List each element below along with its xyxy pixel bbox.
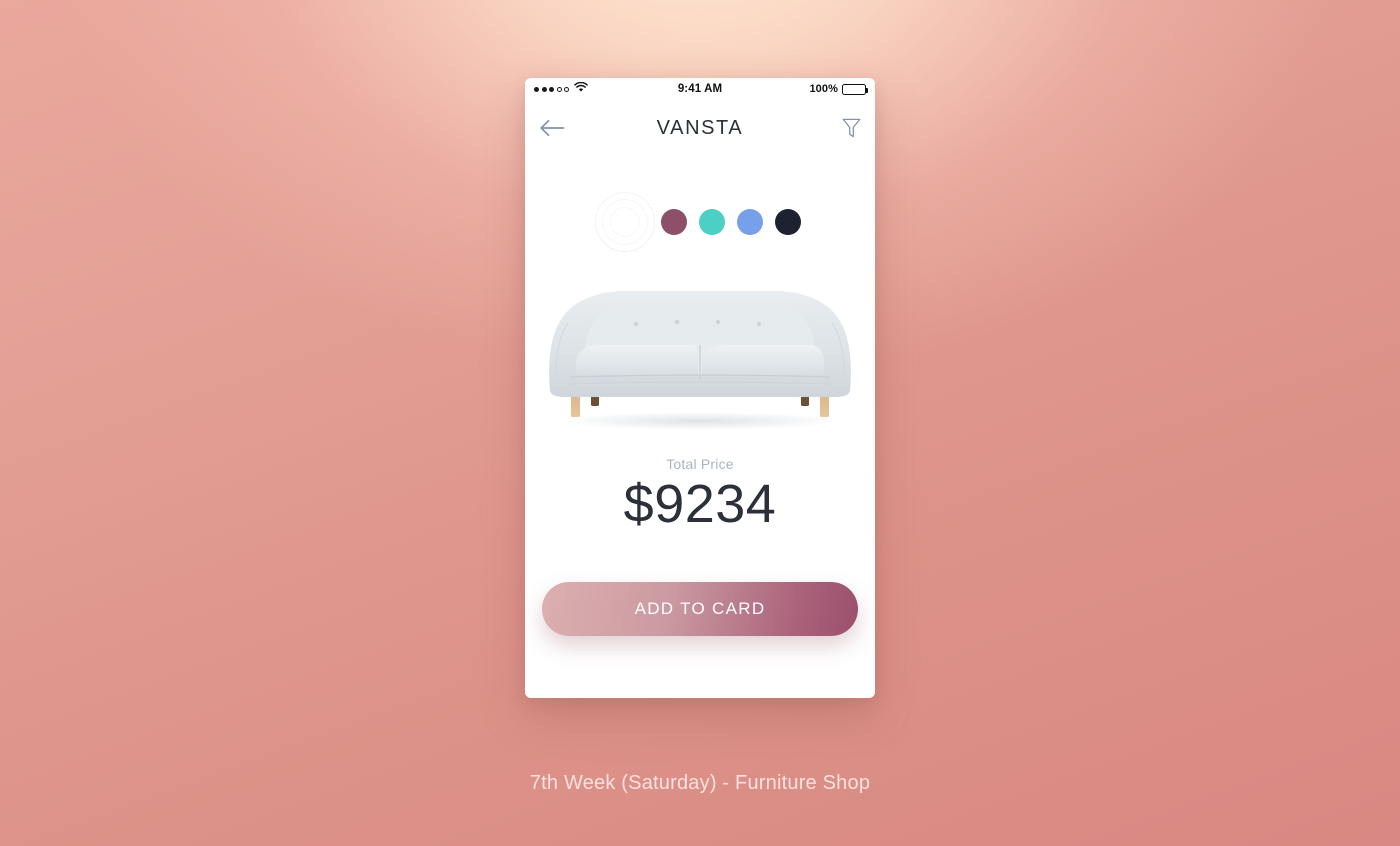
status-bar: 9:41 AM 100% xyxy=(525,78,875,100)
battery-percent-label: 100% xyxy=(809,83,838,95)
cta-container: ADD TO CARD xyxy=(525,534,875,698)
color-swatch-turquoise[interactable] xyxy=(699,209,725,235)
nav-left-slot xyxy=(539,119,581,137)
add-to-cart-button[interactable]: ADD TO CARD xyxy=(542,582,858,637)
color-swatch-charcoal-navy[interactable] xyxy=(775,209,801,235)
status-bar-left xyxy=(534,81,678,96)
color-swatch-white-selected[interactable] xyxy=(603,200,647,244)
shot-caption: 7th Week (Saturday) - Furniture Shop xyxy=(529,772,871,794)
price-block: Total Price $9234 xyxy=(525,456,875,534)
color-swatch-plum[interactable] xyxy=(661,209,687,235)
sofa-product-image xyxy=(525,278,875,438)
nav-right-slot xyxy=(819,118,861,139)
color-swatch-row xyxy=(525,200,875,244)
total-price-value: $9234 xyxy=(623,474,777,534)
color-swatch-white-inner xyxy=(610,207,640,237)
page-title: VANSTA xyxy=(656,116,744,139)
status-bar-right: 100% xyxy=(722,83,868,95)
phone-mockup-card: 9:41 AM 100% VANSTA Total Price $9234 AD… xyxy=(525,78,875,698)
color-swatch-cornflower-blue[interactable] xyxy=(737,209,763,235)
total-price-label: Total Price xyxy=(666,456,734,472)
filter-funnel-icon[interactable] xyxy=(842,118,861,139)
signal-strength-dots xyxy=(534,86,569,92)
status-bar-time: 9:41 AM xyxy=(677,83,723,95)
app-nav-bar: VANSTA xyxy=(525,100,875,156)
page-background: 9:41 AM 100% VANSTA Total Price $9234 AD… xyxy=(0,0,1400,846)
arrow-left-icon[interactable] xyxy=(539,119,565,137)
wifi-icon xyxy=(574,81,588,96)
battery-icon xyxy=(842,83,868,95)
